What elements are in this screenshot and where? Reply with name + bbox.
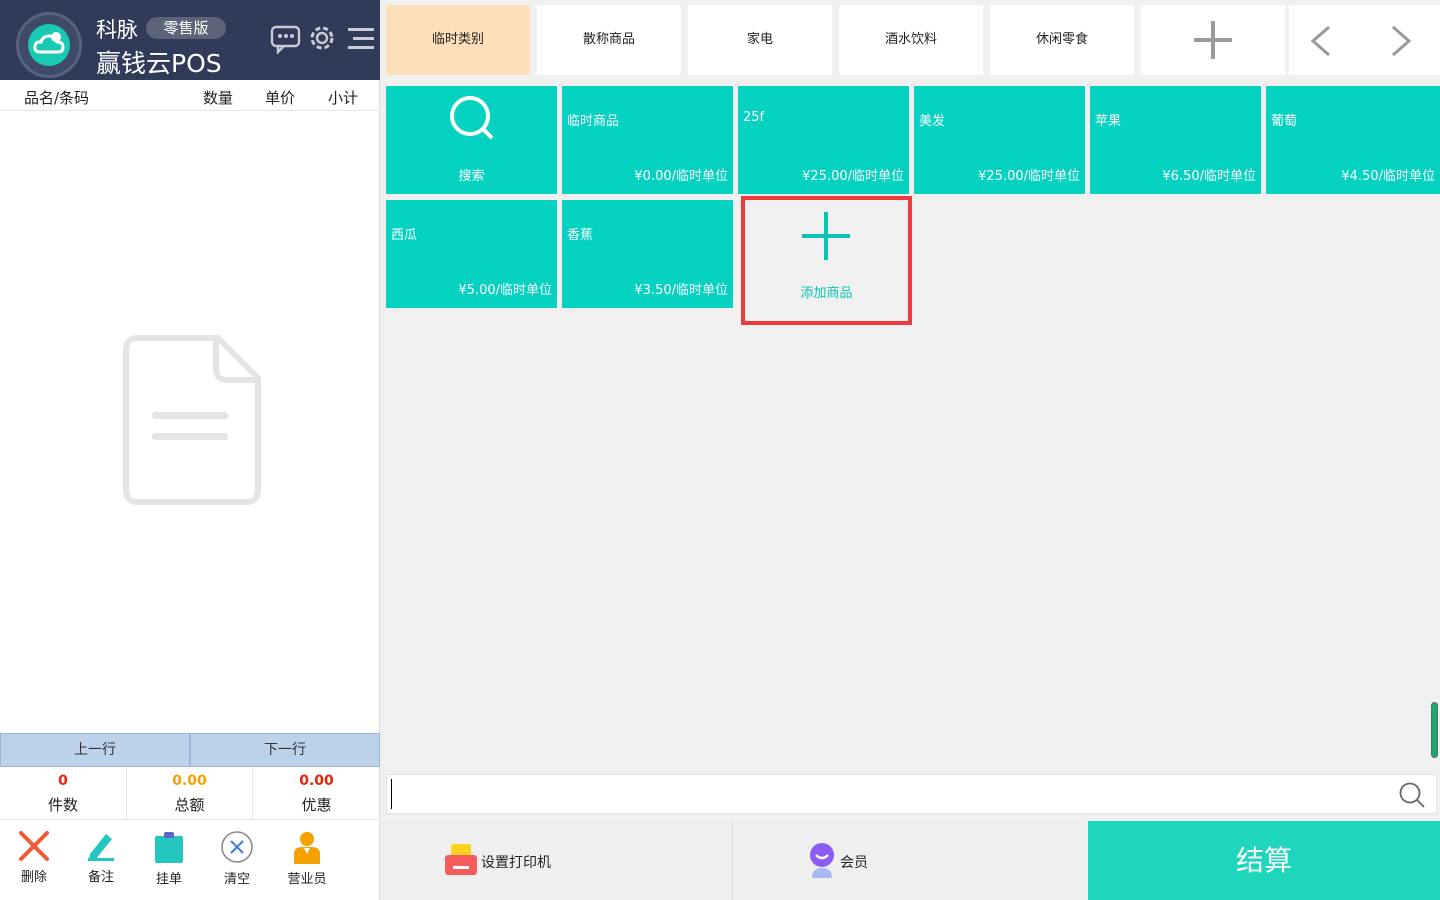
category-tabs: 临时类别 散称商品 家电 酒水饮料 休闲零食 — [381, 0, 1440, 80]
add-category-icon — [1194, 21, 1232, 59]
product-tile[interactable]: 25f ¥25.00/临时单位 — [738, 86, 909, 194]
search-icon — [450, 96, 494, 140]
tab-bulk[interactable]: 散称商品 — [537, 5, 681, 75]
edition-badge: 零售版 — [146, 17, 226, 39]
clerk-button[interactable]: 营业员 — [277, 830, 337, 890]
printer-icon — [445, 844, 477, 875]
clear-button[interactable]: 清空 — [207, 830, 267, 890]
cart-column-headers: 品名/条码 数量 单价 小计 — [0, 80, 380, 111]
search-icon[interactable] — [1398, 781, 1426, 809]
clipboard-hold-icon — [155, 832, 183, 863]
prev-row-button[interactable]: 上一行 — [0, 733, 190, 767]
tab-pager — [1289, 5, 1440, 75]
brand-name: 科脉 — [96, 18, 138, 42]
col-subtotal: 小计 — [328, 89, 359, 107]
next-arrow-icon[interactable] — [1385, 25, 1415, 57]
checkout-button[interactable]: 结算 — [1088, 821, 1440, 900]
tab-drinks[interactable]: 酒水饮料 — [839, 5, 983, 75]
hold-order-button[interactable]: 挂单 — [139, 830, 199, 890]
col-price: 单价 — [265, 89, 296, 107]
member-icon — [810, 843, 834, 878]
logo-cloud-icon — [16, 12, 82, 78]
total-discount: 0.00 优惠 — [252, 768, 380, 820]
grid-scrollbar[interactable] — [1431, 702, 1438, 758]
product-tile[interactable]: 苹果 ¥6.50/临时单位 — [1090, 86, 1261, 194]
delete-x-icon — [19, 831, 49, 861]
product-tile[interactable]: 美发 ¥25.00/临时单位 — [914, 86, 1085, 194]
search-tile[interactable]: 搜索 — [386, 86, 557, 194]
menu-icon[interactable] — [345, 22, 377, 54]
col-qty: 数量 — [203, 89, 234, 107]
product-tile[interactable]: 临时商品 ¥0.00/临时单位 — [562, 86, 733, 194]
add-product-icon — [802, 212, 850, 260]
search-bar — [386, 774, 1437, 814]
add-category-button[interactable] — [1141, 5, 1285, 75]
col-name: 品名/条码 — [24, 89, 90, 107]
product-name: 赢钱云POS — [96, 49, 222, 78]
empty-document-icon — [123, 335, 261, 505]
note-button[interactable]: 备注 — [71, 830, 131, 890]
tab-temporary[interactable]: 临时类别 — [386, 5, 530, 75]
delete-button[interactable]: 删除 — [4, 830, 64, 890]
printer-settings-button[interactable]: 设置打印机 — [381, 820, 733, 900]
member-button[interactable]: 会员 — [734, 820, 1087, 900]
product-tile[interactable]: 葡萄 ¥4.50/临时单位 — [1266, 86, 1440, 194]
cart-toolbar: 删除 备注 挂单 清空 营业员 — [0, 822, 380, 900]
prev-arrow-icon[interactable] — [1307, 25, 1337, 57]
total-count: 0 件数 — [47, 773, 78, 814]
bottom-actions: 设置打印机 会员 结算 — [381, 820, 1440, 900]
tab-appliances[interactable]: 家电 — [688, 5, 832, 75]
pen-note-icon — [88, 834, 114, 861]
clear-circle-icon — [221, 831, 253, 863]
cart-panel: 科脉 零售版 赢钱云POS 品名/条码 数量 单价 小计 上一行 下一行 0 件… — [0, 0, 380, 900]
product-tile[interactable]: 香蕉 ¥3.50/临时单位 — [562, 200, 733, 308]
row-navigation: 上一行 下一行 — [0, 733, 380, 767]
totals-summary: 0 件数 0.00 总额 0.00 优惠 — [0, 768, 380, 820]
message-icon[interactable] — [270, 22, 302, 54]
brand-header: 科脉 零售版 赢钱云POS — [0, 0, 380, 80]
tab-snacks[interactable]: 休闲零食 — [990, 5, 1134, 75]
product-tile[interactable]: 西瓜 ¥5.00/临时单位 — [386, 200, 557, 308]
add-product-tile[interactable]: 添加商品 — [741, 196, 912, 325]
search-input[interactable] — [391, 779, 1391, 809]
next-row-button[interactable]: 下一行 — [190, 733, 380, 767]
total-amount: 0.00 总额 — [126, 768, 252, 820]
settings-gear-icon[interactable] — [306, 22, 338, 54]
clerk-person-icon — [294, 832, 320, 864]
